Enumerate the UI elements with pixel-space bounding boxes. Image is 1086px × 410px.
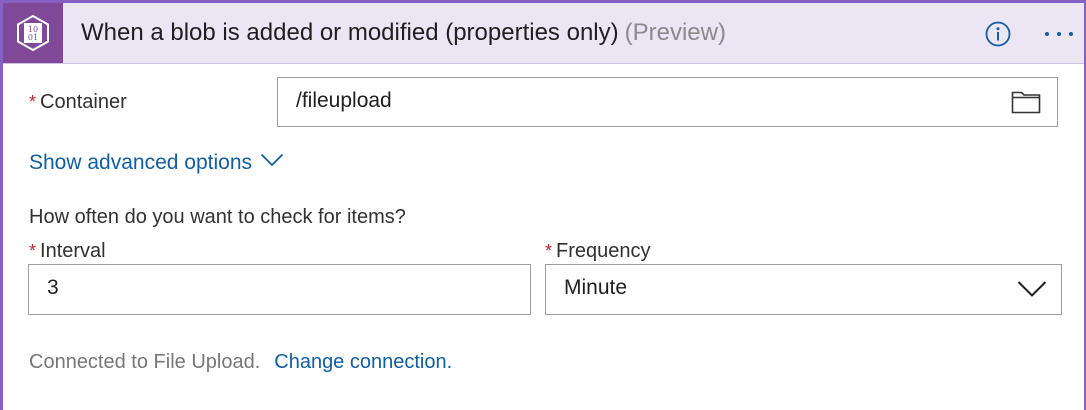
trigger-title-text: When a blob is added or modified (proper…: [81, 19, 619, 46]
frequency-select[interactable]: Minute: [545, 264, 1062, 315]
preview-badge: (Preview): [624, 19, 726, 46]
required-marker: *: [29, 241, 37, 261]
recurrence-question: How often do you want to check for items…: [29, 206, 406, 228]
interval-value: 3: [47, 276, 59, 299]
chevron-down-icon: [260, 153, 284, 167]
card-header[interactable]: 10 01 When a blob is added or modified (…: [3, 3, 1084, 64]
connection-info: Connected to File Upload. Change connecti…: [29, 351, 452, 374]
frequency-label-text: Frequency: [556, 240, 651, 262]
show-advanced-options-link[interactable]: Show advanced options: [29, 151, 284, 175]
chevron-down-icon: [1017, 280, 1047, 304]
frequency-value: Minute: [564, 276, 628, 299]
svg-text:01: 01: [28, 33, 38, 42]
required-marker: *: [29, 92, 37, 112]
frequency-label: * Frequency: [545, 240, 651, 263]
interval-input[interactable]: 3: [28, 264, 531, 315]
container-label-text: Container: [40, 91, 127, 113]
more-options-icon[interactable]: [1041, 19, 1077, 49]
container-value: /fileupload: [296, 89, 392, 112]
container-label: * Container: [29, 91, 127, 114]
interval-label: * Interval: [29, 240, 106, 263]
folder-icon[interactable]: [1011, 88, 1041, 120]
required-marker: *: [545, 241, 553, 261]
interval-label-text: Interval: [40, 240, 106, 262]
trigger-card: 10 01 When a blob is added or modified (…: [0, 0, 1086, 410]
container-input[interactable]: /fileupload: [277, 77, 1058, 127]
show-advanced-options-label: Show advanced options: [29, 151, 252, 174]
blob-storage-icon: 10 01: [3, 3, 63, 63]
change-connection-link[interactable]: Change connection.: [274, 351, 452, 373]
trigger-title: When a blob is added or modified (proper…: [81, 19, 726, 47]
info-icon[interactable]: [985, 21, 1011, 47]
connection-status: Connected to File Upload.: [29, 351, 261, 373]
